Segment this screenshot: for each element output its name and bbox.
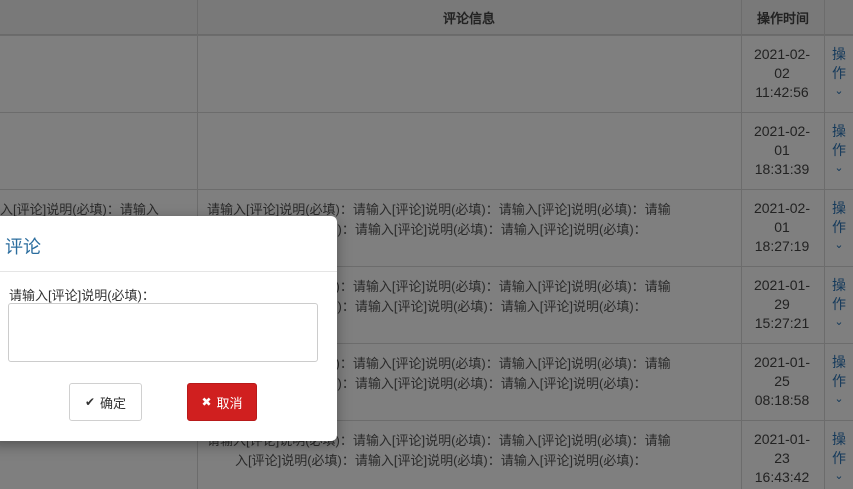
confirm-button-label: 确定 <box>100 395 127 411</box>
dialog-title: 评论 <box>5 237 41 257</box>
comment-textarea[interactable] <box>8 303 318 362</box>
comment-field-label: 请输入[评论]说明(必填)： <box>9 288 155 303</box>
check-icon: ✔ <box>84 395 96 409</box>
cancel-button-label: 取消 <box>216 395 243 411</box>
cancel-button[interactable]: ✖ 取消 <box>187 383 257 421</box>
close-icon: ✖ <box>201 395 212 409</box>
confirm-button[interactable]: ✔ 确定 <box>69 383 142 421</box>
comment-dialog: 评论 请输入[评论]说明(必填)： ✔ 确定 ✖ 取消 <box>0 216 337 441</box>
dialog-divider <box>0 271 337 272</box>
